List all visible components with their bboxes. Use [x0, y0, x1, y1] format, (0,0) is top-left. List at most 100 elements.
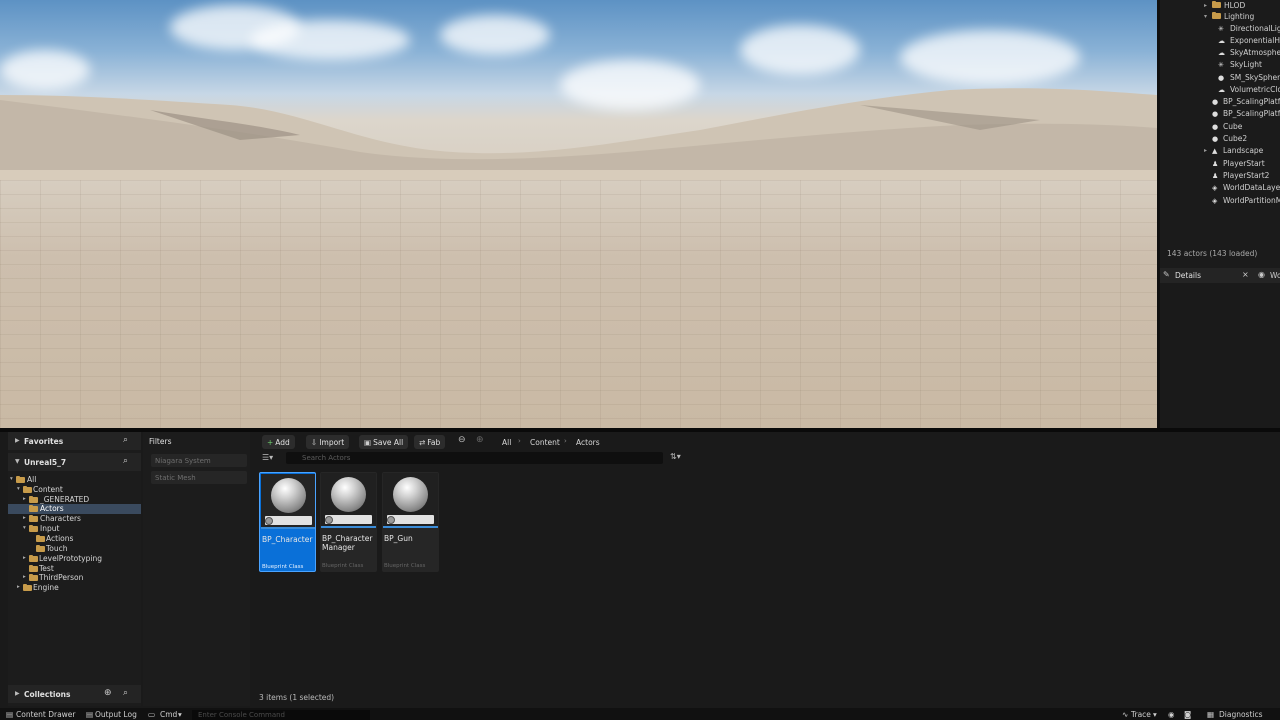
folder-icon [16, 475, 25, 483]
asset-name: BP_Gun [384, 534, 413, 543]
outliner-item[interactable]: ☁ VolumetricCloud [1160, 84, 1280, 96]
breadcrumb-all[interactable]: All [502, 438, 511, 447]
breadcrumb-actors[interactable]: Actors [576, 438, 600, 447]
filter-static-mesh[interactable]: Static Mesh [151, 471, 247, 484]
tree-item-all[interactable]: ▾ All [8, 475, 141, 485]
filter-niagara-system[interactable]: Niagara System [151, 454, 247, 467]
save-all-button[interactable]: ▣ Save All [359, 435, 409, 449]
outliner-item-label: WorldDataLayers [1223, 183, 1280, 192]
asset-type-stripe [383, 526, 438, 528]
add-label: Add [275, 438, 290, 447]
outliner-item-label: PlayerStart2 [1223, 171, 1270, 180]
outliner-item[interactable]: ● BP_ScalingPlatform [1160, 96, 1280, 108]
tree-item-input[interactable]: ▾ Input [8, 524, 141, 534]
outliner-item[interactable]: ☁ SkyAtmosphere [1160, 47, 1280, 59]
asset-tile-bp-gun[interactable]: BP_Gun Blueprint Class [382, 472, 439, 572]
tree-item-actions[interactable]: Actions [8, 534, 141, 544]
asset-type-stripe [321, 526, 376, 528]
search-input[interactable] [286, 452, 663, 464]
asset-tile-bp-character[interactable]: BP_Character Blueprint Class [259, 472, 316, 572]
outliner-item[interactable]: ♟ PlayerStart [1160, 158, 1280, 170]
forward-arrow-icon[interactable]: ⊕ [476, 435, 484, 445]
tree-item-touch[interactable]: Touch [8, 544, 141, 554]
output-log-button[interactable]: Output Log [95, 710, 137, 719]
cloud [740, 25, 860, 75]
outliner-item[interactable]: ☁ ExponentialHeightFog [1160, 35, 1280, 47]
expand-arrow-icon[interactable]: ▸ [17, 584, 20, 590]
fab-icon: ⇄ [419, 438, 426, 447]
tree-item-actors[interactable]: Actors [8, 504, 141, 514]
tree-item-levelprototyping[interactable]: ▸ LevelPrototyping [8, 554, 141, 564]
project-header[interactable]: ▼ Unreal5_7 ⌕ [8, 453, 141, 471]
search-icon[interactable]: ⌕ [123, 456, 128, 466]
diagnostics-button[interactable]: Diagnostics [1219, 710, 1263, 719]
details-tabbar: ✎ Details × ◉ Wo [1157, 268, 1280, 283]
chevron-right-icon: ▶ [15, 437, 20, 444]
sphere-icon [271, 478, 306, 513]
outliner-item[interactable]: ● Cube [1160, 121, 1280, 133]
outliner-item[interactable]: ◈ WorldDataLayers [1160, 182, 1280, 194]
expand-arrow-icon[interactable]: ▸ [23, 555, 26, 561]
asset-thumbnail [321, 473, 376, 527]
tab-world-settings[interactable]: Wo [1270, 271, 1280, 280]
light-icon: ✳ [1218, 61, 1224, 69]
outliner-item-label: HLOD [1224, 1, 1246, 10]
landscape-icon: ▲ [1212, 147, 1218, 155]
tree-item-engine[interactable]: ▸ Engine [8, 583, 141, 593]
import-button[interactable]: ⇩ Import [306, 435, 350, 449]
outliner-item[interactable]: ▸ ▲ Landscape [1160, 145, 1280, 157]
content-drawer-button[interactable]: Content Drawer [16, 710, 76, 719]
expand-arrow-icon[interactable]: ▸ [1204, 147, 1207, 154]
close-icon[interactable]: × [1242, 270, 1249, 279]
expand-arrow-icon[interactable]: ▸ [23, 496, 26, 502]
breadcrumb-separator-icon: › [518, 437, 521, 445]
chevron-down-icon[interactable]: ▾ [178, 710, 182, 719]
tree-item-thirdperson[interactable]: ▸ ThirdPerson [8, 573, 141, 583]
expand-arrow-icon[interactable]: ▸ [23, 515, 26, 521]
search-icon[interactable]: ⌕ [123, 435, 128, 445]
add-button[interactable]: + Add [262, 435, 295, 449]
chevron-down-icon[interactable]: ▾ [1153, 710, 1157, 719]
outliner-item[interactable]: ◈ WorldPartitionMiniMap [1160, 195, 1280, 207]
mesh-icon: ● [1212, 135, 1219, 143]
outliner-item[interactable]: ● BP_ScalingPlatform2 [1160, 108, 1280, 120]
fab-button[interactable]: ⇄ Fab [414, 435, 446, 449]
asset-thumbnail [261, 474, 315, 528]
asset-tile-bp-character-manager[interactable]: BP_Character Manager Blueprint Class [320, 472, 377, 572]
expand-arrow-icon[interactable]: ▾ [23, 525, 26, 531]
tree-item-content[interactable]: ▾ Content [8, 485, 141, 495]
favorites-label: Favorites [24, 437, 64, 446]
collections-header[interactable]: ▶ Collections ⊕ ⌕ [8, 685, 141, 703]
level-viewport[interactable] [0, 0, 1157, 428]
search-icon[interactable]: ⌕ [123, 688, 128, 698]
back-arrow-icon[interactable]: ⊖ [458, 435, 466, 445]
expand-arrow-icon[interactable]: ▸ [23, 574, 26, 580]
cmd-dropdown[interactable]: Cmd [160, 710, 177, 719]
tree-item-characters[interactable]: ▸ Characters [8, 514, 141, 524]
expand-arrow-icon[interactable]: ▾ [1204, 13, 1207, 20]
asset-class: Blueprint Class [322, 563, 364, 569]
camera-icon[interactable]: ◙ [1184, 710, 1191, 719]
folder-icon [1212, 11, 1221, 19]
outliner-item[interactable]: ♟ PlayerStart2 [1160, 170, 1280, 182]
record-icon[interactable]: ◉ [1168, 710, 1175, 719]
outliner-item[interactable]: ✳ DirectionalLight [1160, 23, 1280, 35]
outliner-item[interactable]: ● SM_SkySphere [1160, 72, 1280, 84]
expand-arrow-icon[interactable]: ▸ [1204, 2, 1207, 9]
breadcrumb-content[interactable]: Content [530, 438, 560, 447]
outliner-item[interactable]: ✳ SkyLight [1160, 59, 1280, 71]
sort-icon[interactable]: ⇅▾ [670, 452, 681, 461]
favorites-header[interactable]: ▶ Favorites ⌕ [8, 432, 141, 450]
console-command-input[interactable] [192, 710, 370, 720]
expand-arrow-icon[interactable]: ▾ [10, 476, 13, 482]
filter-dropdown-icon[interactable]: ☰▾ [262, 453, 273, 462]
expand-arrow-icon[interactable]: ▾ [17, 486, 20, 492]
trace-button[interactable]: Trace [1131, 710, 1151, 719]
outliner-item-label: PlayerStart [1223, 159, 1265, 168]
tab-details[interactable]: Details [1175, 271, 1201, 280]
outliner-item[interactable]: ▾ Lighting [1160, 11, 1280, 23]
world-outliner[interactable]: ▸ HLOD ▾ Lighting ✳ DirectionalLight ☁ E… [1157, 0, 1280, 268]
add-collection-icon[interactable]: ⊕ [104, 688, 112, 698]
outliner-item[interactable]: ● Cube2 [1160, 133, 1280, 145]
output-log-icon: ▤ [86, 710, 94, 719]
